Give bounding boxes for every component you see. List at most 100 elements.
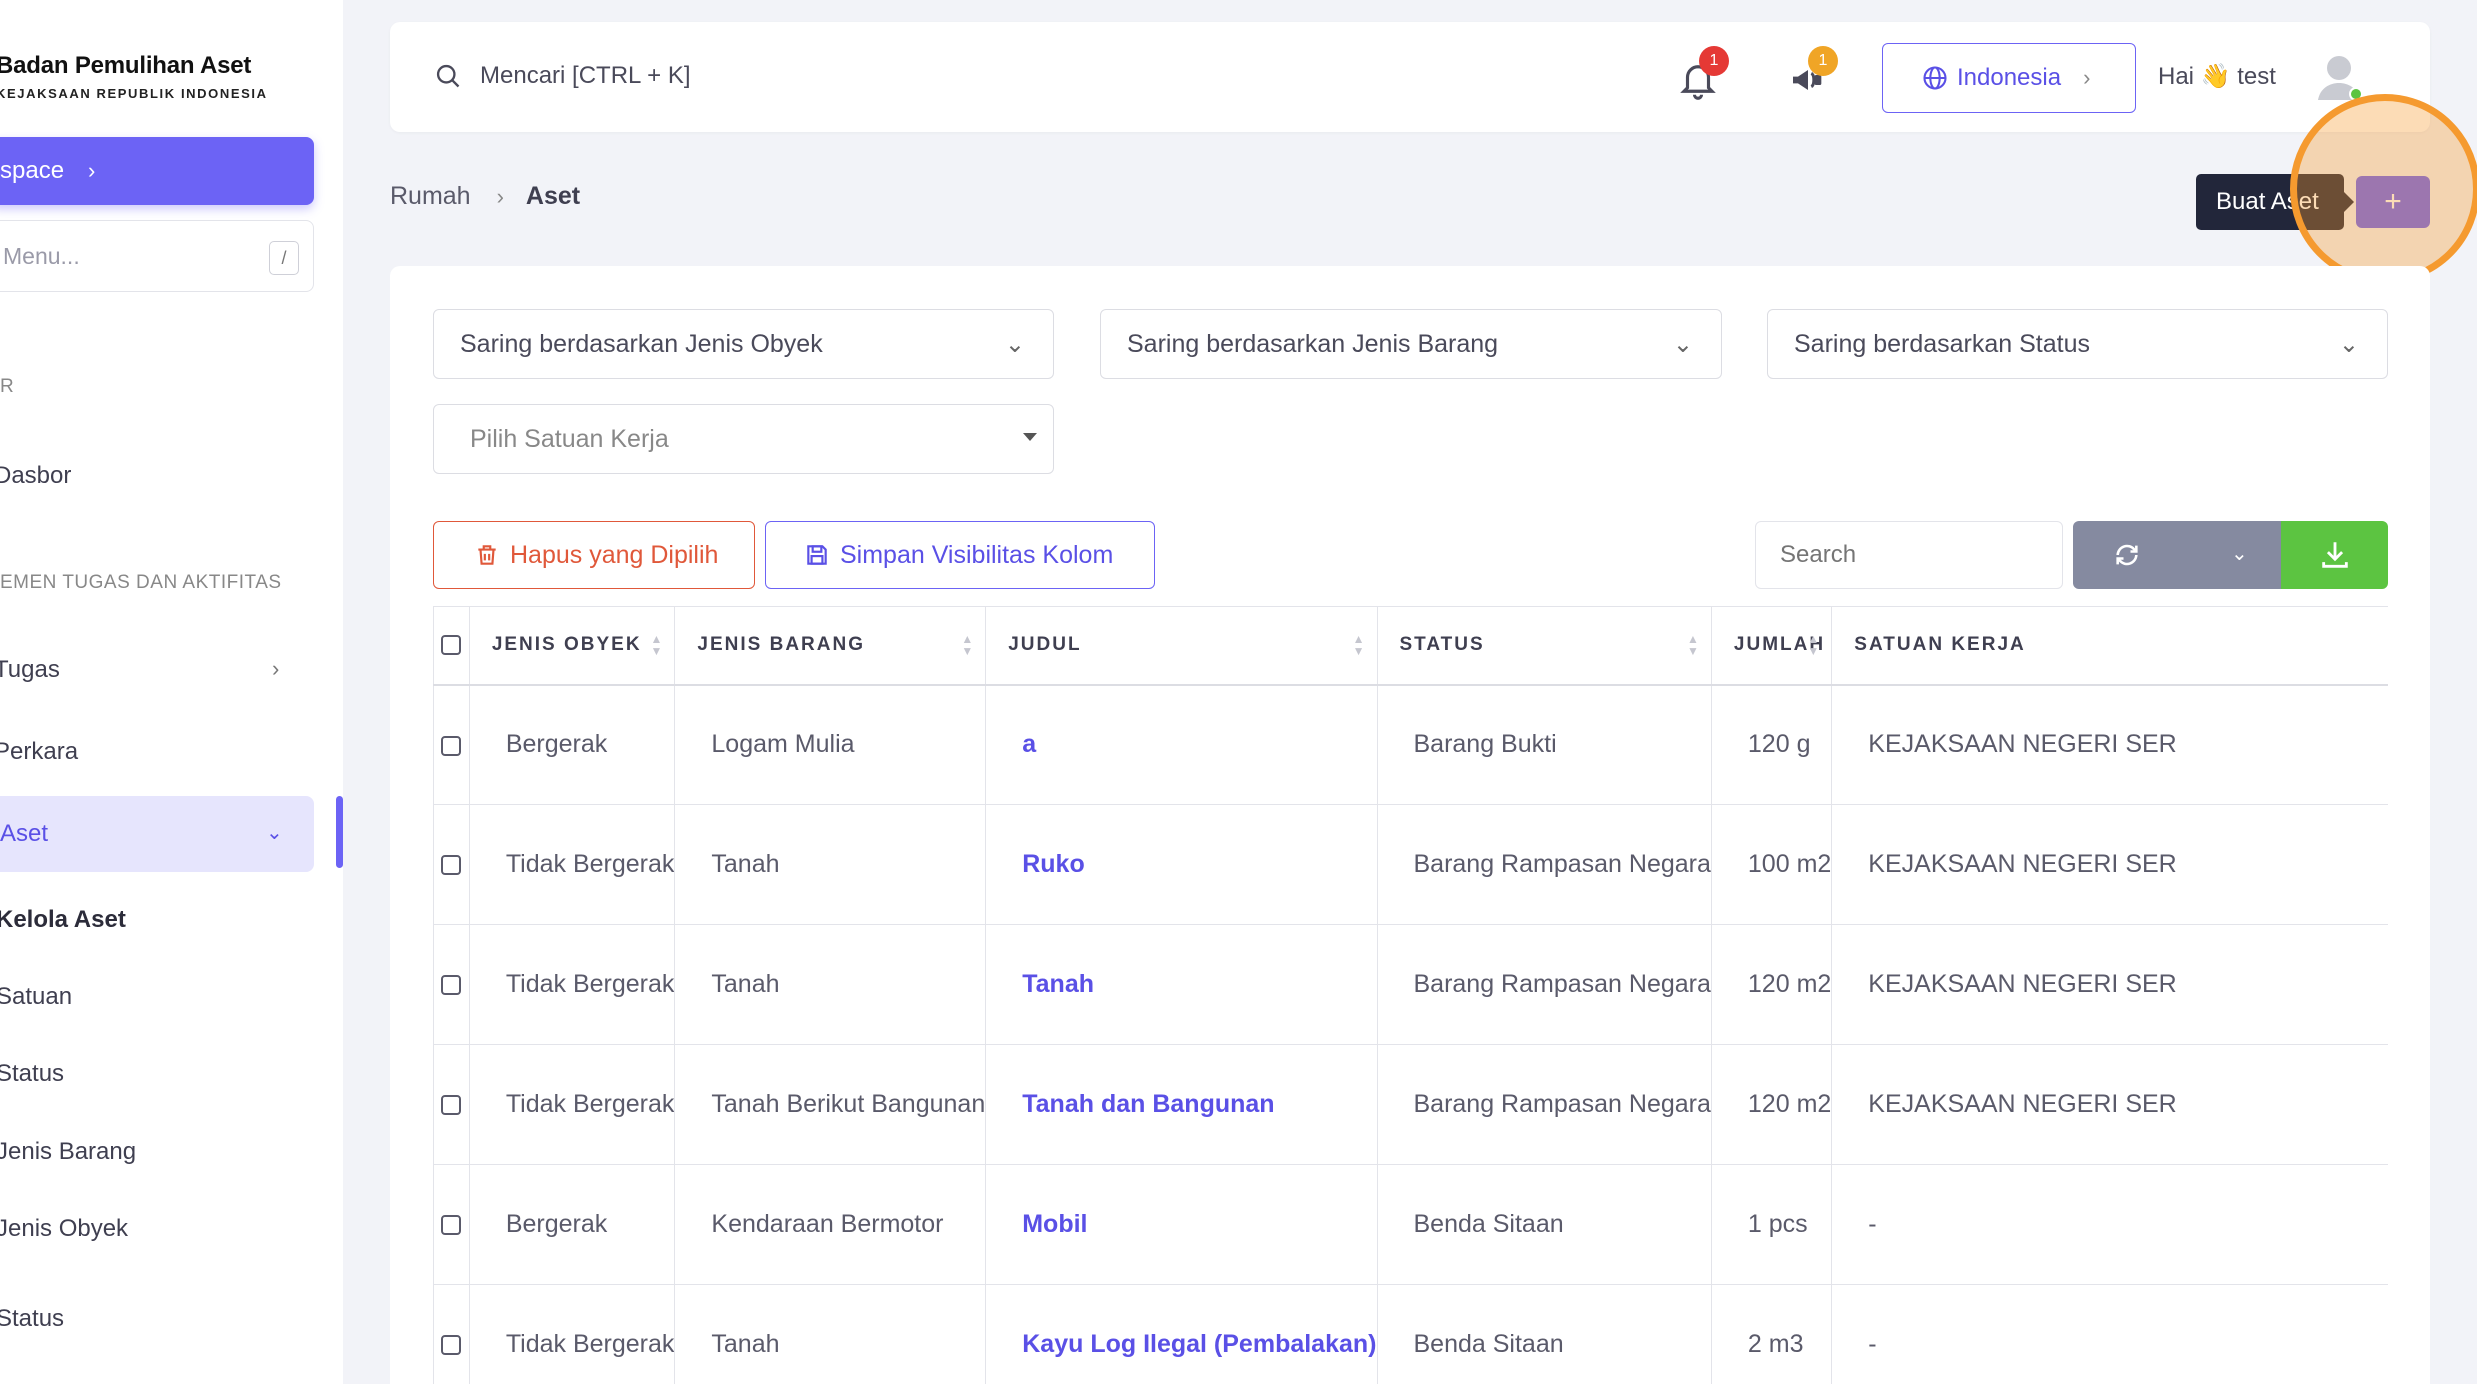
- cell-jenis-obyek: Tidak Bergerak: [468, 924, 675, 1045]
- select-all-checkbox-cell[interactable]: [433, 606, 470, 686]
- row-checkbox[interactable]: [441, 1335, 462, 1356]
- active-indicator: [336, 796, 343, 868]
- sidebar: Badan Pemulihan Aset KEJAKSAAN REPUBLIK …: [0, 0, 343, 1384]
- cell-jenis-barang: Tanah: [674, 924, 986, 1045]
- cell-jenis-obyek: Tidak Bergerak: [468, 804, 675, 925]
- cell-judul-link[interactable]: Mobil: [985, 1164, 1377, 1285]
- sidebar-item-jenis-barang[interactable]: Jenis Barang: [0, 1138, 136, 1166]
- sidebar-item-label: Tugas: [0, 656, 60, 683]
- column-header-judul[interactable]: JUDUL ▲ ▼: [985, 606, 1377, 686]
- breadcrumb-home[interactable]: Rumah: [390, 182, 471, 211]
- breadcrumb-current: Aset: [525, 182, 581, 210]
- cell-jenis-barang: Logam Mulia: [674, 684, 986, 805]
- filter-status[interactable]: Saring berdasarkan Status ⌄: [1767, 309, 2388, 379]
- save-visibility-button[interactable]: Simpan Visibilitas Kolom: [765, 521, 1155, 589]
- sidebar-item-tugas[interactable]: Tugas ›: [0, 656, 279, 684]
- column-label: JUDUL: [1008, 634, 1082, 656]
- cell-judul-link[interactable]: Ruko: [985, 804, 1377, 925]
- workspace-button[interactable]: space ›: [0, 137, 314, 205]
- row-checkbox-cell[interactable]: [433, 1164, 470, 1285]
- column-header-status[interactable]: STATUS ▲ ▼: [1376, 606, 1712, 686]
- sort-icon: ▲ ▼: [961, 632, 976, 658]
- chevron-right-icon: ›: [272, 656, 280, 681]
- download-button[interactable]: [2281, 521, 2388, 589]
- sidebar-item-status[interactable]: Status: [0, 1060, 64, 1088]
- filter-jenis-barang[interactable]: Saring berdasarkan Jenis Barang ⌄: [1100, 309, 1722, 379]
- cell-jumlah: 2 m3: [1710, 1284, 1832, 1384]
- sort-icon: ▲ ▼: [1807, 632, 1822, 658]
- notification-badge: 1: [1699, 46, 1729, 76]
- brand: Badan Pemulihan Aset KEJAKSAAN REPUBLIK …: [0, 52, 268, 101]
- table-header-row: JENIS OBYEK ▲ ▼ JENIS BARANG ▲ ▼ JUDUL ▲ ▼ STA…: [433, 606, 2388, 686]
- row-checkbox-cell[interactable]: [433, 684, 470, 805]
- chevron-down-icon: ⌄: [266, 822, 283, 844]
- cell-jumlah: 120 m2: [1710, 1044, 1832, 1165]
- sidebar-item-status-2[interactable]: Status: [0, 1305, 64, 1333]
- cell-jenis-obyek: Bergerak: [468, 1164, 675, 1285]
- cell-jenis-obyek: Tidak Bergerak: [468, 1044, 675, 1165]
- filter-satuan-kerja[interactable]: Pilih Satuan Kerja: [433, 404, 1054, 474]
- sidebar-item-satuan[interactable]: Satuan: [0, 983, 72, 1011]
- cell-judul-link[interactable]: Tanah: [985, 924, 1377, 1045]
- chevron-down-icon: ⌄: [1672, 331, 1693, 358]
- cell-judul-link[interactable]: Tanah dan Bangunan: [985, 1044, 1377, 1165]
- cell-satuan-kerja: KEJAKSAAN NEGERI SER: [1831, 924, 2388, 1045]
- row-checkbox-cell[interactable]: [433, 924, 470, 1045]
- cell-jenis-obyek: Bergerak: [468, 684, 675, 805]
- table-row: Bergerak Logam Mulia a Barang Bukti 120 …: [433, 684, 2388, 805]
- cell-jenis-obyek: Tidak Bergerak: [468, 1284, 675, 1384]
- global-search[interactable]: Mencari [CTRL + K]: [434, 62, 691, 90]
- row-checkbox[interactable]: [441, 975, 462, 996]
- avatar[interactable]: [2312, 50, 2366, 104]
- trash-icon: [478, 545, 496, 565]
- refresh-button[interactable]: ⌄: [2073, 521, 2281, 589]
- table-row: Tidak Bergerak Tanah Berikut Bangunan Ta…: [433, 1044, 2388, 1165]
- shortcut-key: /: [269, 241, 299, 275]
- notification-button[interactable]: 1: [1675, 46, 1729, 102]
- delete-selected-button[interactable]: Hapus yang Dipilih: [433, 521, 755, 589]
- globe-icon: [1923, 66, 1947, 90]
- sidebar-item-kelola-aset[interactable]: Kelola Aset: [0, 906, 126, 934]
- row-checkbox-cell[interactable]: [433, 1284, 470, 1384]
- row-checkbox[interactable]: [441, 1095, 462, 1116]
- delete-selected-label: Hapus yang Dipilih: [510, 540, 719, 569]
- refresh-icon: [2116, 544, 2138, 566]
- cell-judul-link[interactable]: a: [985, 684, 1377, 805]
- column-label: STATUS: [1399, 634, 1485, 656]
- cell-status: Barang Rampasan Negara: [1376, 1044, 1712, 1165]
- menu-search-placeholder: Menu...: [3, 242, 80, 269]
- select-all-checkbox[interactable]: [441, 635, 462, 656]
- row-checkbox[interactable]: [441, 855, 462, 876]
- filter-jenis-obyek[interactable]: Saring berdasarkan Jenis Obyek ⌄: [433, 309, 1054, 379]
- chevron-down-icon[interactable]: ⌄: [2231, 541, 2248, 566]
- row-checkbox[interactable]: [441, 1215, 462, 1236]
- search-icon: [436, 64, 460, 88]
- row-checkbox-cell[interactable]: [433, 1044, 470, 1165]
- asset-card: Saring berdasarkan Jenis Obyek ⌄ Saring …: [390, 266, 2430, 1384]
- create-asset-button[interactable]: +: [2356, 176, 2430, 228]
- cell-judul-link[interactable]: Kayu Log Ilegal (Pembalakan): [985, 1284, 1377, 1384]
- announcement-button[interactable]: 1: [1786, 46, 1838, 102]
- table-row: Tidak Bergerak Tanah Kayu Log Ilegal (Pe…: [433, 1284, 2388, 1384]
- cell-satuan-kerja: KEJAKSAAN NEGERI SER: [1831, 684, 2388, 805]
- row-checkbox[interactable]: [441, 735, 462, 756]
- global-search-placeholder: Mencari [CTRL + K]: [480, 62, 691, 89]
- column-header-jenis-obyek[interactable]: JENIS OBYEK ▲ ▼: [468, 606, 675, 686]
- column-header-jenis-barang[interactable]: JENIS BARANG ▲ ▼: [674, 606, 986, 686]
- sidebar-item-perkara[interactable]: Perkara: [0, 738, 78, 766]
- sort-icon: ▲ ▼: [650, 632, 665, 658]
- brand-title: Badan Pemulihan Aset: [0, 52, 252, 79]
- sidebar-item-aset[interactable]: Aset ⌄: [0, 796, 314, 872]
- chevron-right-icon: ›: [496, 183, 504, 209]
- filter-status-label: Saring berdasarkan Status: [1794, 329, 2091, 358]
- language-selector[interactable]: Indonesia ›: [1882, 43, 2136, 113]
- table-search-input[interactable]: [1755, 521, 2063, 589]
- column-header-satuan-kerja[interactable]: SATUAN KERJA: [1831, 606, 2388, 686]
- column-header-jumlah[interactable]: JUMLAH ▲ ▼: [1710, 606, 1832, 686]
- sidebar-item-jenis-obyek[interactable]: Jenis Obyek: [0, 1215, 128, 1243]
- sidebar-item-dasbor[interactable]: Dasbor: [0, 462, 71, 490]
- row-checkbox-cell[interactable]: [433, 804, 470, 925]
- menu-search-input[interactable]: Menu... /: [0, 220, 314, 292]
- cell-jenis-barang: Tanah: [674, 804, 986, 925]
- brand-subtitle: KEJAKSAAN REPUBLIK INDONESIA: [0, 86, 268, 101]
